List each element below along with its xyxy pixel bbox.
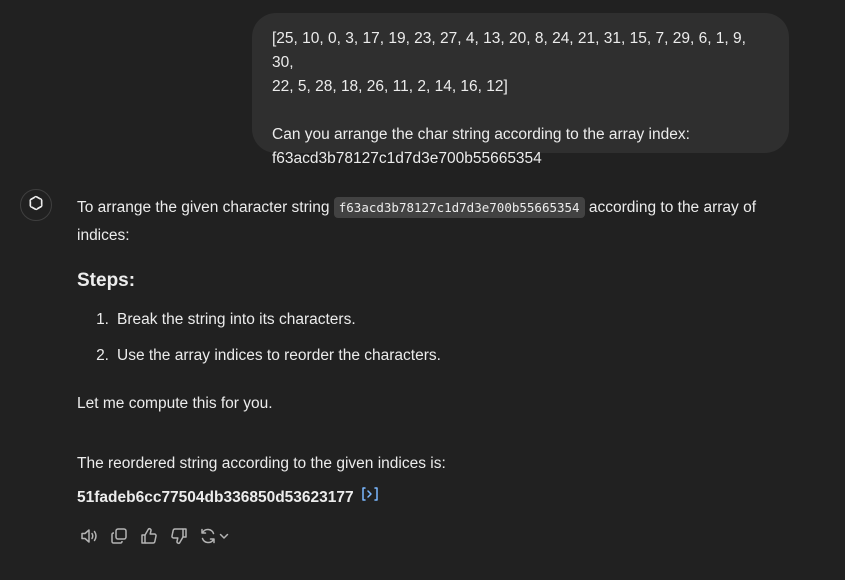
- openai-logo-icon: [26, 193, 46, 218]
- result-line: 51fadeb6cc77504db336850d53623177: [77, 486, 380, 510]
- compute-text: Let me compute this for you.: [77, 395, 273, 412]
- step-text: Use the array indices to reorder the cha…: [117, 347, 441, 364]
- assistant-message: To arrange the given character string f6…: [77, 194, 807, 506]
- thumbs-down-icon: [169, 526, 189, 551]
- read-aloud-icon: [79, 526, 99, 551]
- thumbs-up-icon: [139, 526, 159, 551]
- regenerate-icon: [198, 526, 218, 551]
- user-string: f63acd3b78127c1d7d3e700b55665354: [272, 150, 542, 167]
- user-array-line-1: [25, 10, 0, 3, 17, 19, 23, 27, 4, 13, 20…: [272, 30, 746, 71]
- intro-text-before: To arrange the given character string: [77, 199, 334, 216]
- user-array-line-2: 22, 5, 28, 18, 26, 11, 2, 14, 16, 12]: [272, 78, 508, 95]
- list-item: 1. Break the string into its characters.: [77, 308, 441, 332]
- steps-list: 1. Break the string into its characters.…: [77, 308, 441, 380]
- step-number: 2.: [96, 347, 109, 364]
- message-action-bar: [77, 526, 231, 550]
- assistant-avatar: [20, 189, 52, 221]
- copy-icon: [109, 526, 129, 551]
- code-analysis-icon: [360, 486, 380, 510]
- steps-heading: Steps:: [77, 270, 136, 291]
- result-intro-text: The reordered string according to the gi…: [77, 455, 446, 472]
- inline-code-string: f63acd3b78127c1d7d3e700b55665354: [333, 197, 585, 218]
- chevron-down-icon: [218, 529, 230, 547]
- chat-page: [25, 10, 0, 3, 17, 19, 23, 27, 4, 13, 20…: [0, 0, 845, 580]
- assistant-intro: To arrange the given character string f6…: [77, 194, 807, 250]
- step-number: 1.: [96, 311, 109, 328]
- copy-button[interactable]: [107, 526, 131, 550]
- user-message-bubble: [25, 10, 0, 3, 17, 19, 23, 27, 4, 13, 20…: [252, 13, 789, 167]
- thumbs-up-button[interactable]: [137, 526, 161, 550]
- view-analysis-button[interactable]: [360, 486, 380, 510]
- list-item: 2. Use the array indices to reorder the …: [77, 344, 441, 368]
- regenerate-button[interactable]: [197, 526, 231, 550]
- thumbs-down-button[interactable]: [167, 526, 191, 550]
- read-aloud-button[interactable]: [77, 526, 101, 550]
- result-value: 51fadeb6cc77504db336850d53623177: [77, 489, 354, 506]
- step-text: Break the string into its characters.: [117, 311, 356, 328]
- user-question: Can you arrange the char string accordin…: [272, 126, 690, 143]
